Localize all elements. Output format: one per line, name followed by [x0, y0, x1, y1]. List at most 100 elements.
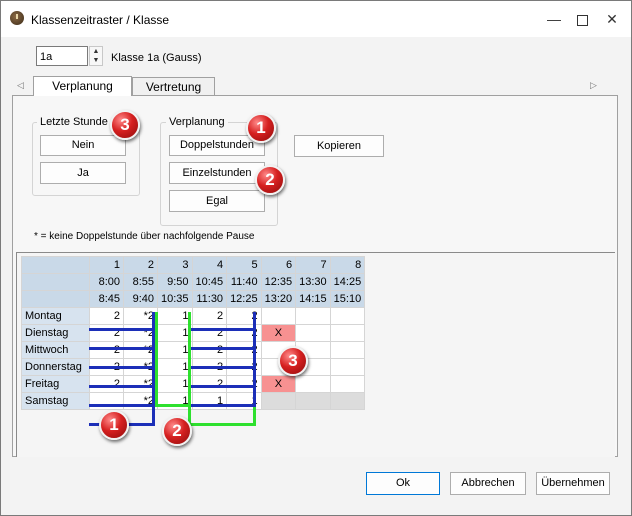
close-icon[interactable]: ✕ [597, 5, 627, 33]
grid-header-end: 9:40 [123, 290, 158, 308]
grid-cell[interactable]: 1 [157, 307, 193, 325]
doppelstunde-marker [191, 328, 256, 331]
einzelstunde-marker [155, 312, 158, 407]
grid-cell[interactable]: X [260, 375, 297, 393]
kopieren-button[interactable]: Kopieren [294, 135, 384, 157]
grid-header-start: 8:55 [123, 273, 158, 291]
grid-header-period: 3 [157, 256, 193, 274]
grid-corner-cell [21, 290, 90, 308]
ja-button[interactable]: Ja [40, 162, 126, 184]
grid-cell[interactable]: 2 [89, 375, 124, 393]
grid-cell[interactable]: 2 [89, 307, 124, 325]
class-input[interactable]: 1a [36, 46, 88, 66]
doppelstunde-marker [191, 347, 256, 350]
annotation-badge: 2 [255, 165, 285, 195]
grid-cell[interactable] [295, 392, 331, 410]
doppelstunde-marker [253, 312, 256, 407]
grid-header-end: 14:15 [295, 290, 331, 308]
grid-header-start: 14:25 [329, 273, 366, 291]
annotation-badge: 1 [99, 410, 129, 440]
abbrechen-button[interactable]: Abbrechen [450, 472, 526, 495]
einzelstunde-marker [188, 312, 191, 426]
grid-cell[interactable] [260, 392, 297, 410]
grid-cell[interactable]: X [260, 324, 297, 342]
einzelstunden-button[interactable]: Einzelstunden [169, 162, 265, 184]
table-row: Freitag2*2122X [21, 375, 366, 393]
verplanung-title: Verplanung [166, 116, 228, 128]
tab-scroll-left-icon[interactable]: ◁ [17, 80, 24, 91]
grid-cell[interactable]: 2 [191, 375, 228, 393]
doppelstunde-marker [191, 404, 256, 407]
footnote: * = keine Doppelstunde über nachfolgende… [34, 231, 255, 242]
grid-header-start: 10:45 [191, 273, 228, 291]
grid-header-start: 9:50 [157, 273, 193, 291]
doppelstunde-marker [89, 385, 155, 388]
grid-header-end: 15:10 [329, 290, 366, 308]
grid-cell[interactable] [329, 392, 366, 410]
table-row: Mittwoch2*2122 [21, 341, 366, 359]
doppelstunde-marker [89, 366, 155, 369]
window-title: Klassenzeitraster / Klasse [31, 13, 170, 27]
minimize-icon[interactable]: — [539, 5, 569, 33]
grid-header-period: 5 [226, 256, 262, 274]
uebernehmen-button[interactable]: Übernehmen [536, 472, 610, 495]
tab-scroll-right-icon[interactable]: ▷ [590, 80, 597, 91]
tab-verplanung[interactable]: Verplanung [33, 76, 132, 96]
annotation-badge: 3 [278, 346, 308, 376]
ok-button[interactable]: Ok [366, 472, 440, 495]
grid-header-start: 12:35 [260, 273, 297, 291]
grid-header-period: 2 [123, 256, 158, 274]
grid-cell[interactable]: 1 [157, 341, 193, 359]
grid-cell[interactable]: 1 [157, 375, 193, 393]
grid-header-end: 12:25 [226, 290, 262, 308]
grid-cell[interactable]: 2 [191, 341, 228, 359]
grid-header-period: 4 [191, 256, 228, 274]
grid-header-end: 8:45 [89, 290, 124, 308]
annotation-badge: 2 [162, 416, 192, 446]
grid-cell[interactable] [329, 375, 366, 393]
grid-cell[interactable] [295, 307, 331, 325]
grid-cell[interactable] [260, 307, 297, 325]
doppelstunde-marker [191, 366, 256, 369]
grid-day-label: Donnerstag [21, 358, 90, 376]
annotation-badge: 3 [110, 110, 140, 140]
grid-corner-cell [21, 256, 90, 274]
letzte-stunde-title: Letzte Stunde [37, 116, 111, 128]
grid-day-label: Dienstag [21, 324, 90, 342]
grid-day-label: Freitag [21, 375, 90, 393]
nein-button[interactable]: Nein [40, 135, 126, 156]
grid-cell[interactable] [329, 341, 366, 359]
doppelstunde-marker [89, 404, 155, 407]
grid-day-label: Montag [21, 307, 90, 325]
einzelstunde-marker [155, 404, 191, 407]
table-row: Montag2*2122 [21, 307, 366, 325]
einzelstunde-marker [253, 407, 256, 426]
grid-header-period: 6 [260, 256, 297, 274]
grid-header-start: 8:00 [89, 273, 124, 291]
grid-header-start: 11:40 [226, 273, 262, 291]
grid-cell[interactable]: 2 [89, 341, 124, 359]
class-spinner[interactable]: ▲ ▼ [89, 46, 103, 66]
grid-day-label: Samstag [21, 392, 90, 410]
class-name-label: Klasse 1a (Gauss) [111, 52, 202, 64]
grid-corner-cell [21, 273, 90, 291]
grid-cell[interactable]: 1 [157, 358, 193, 376]
grid-cell[interactable] [329, 307, 366, 325]
doppelstunde-marker [89, 347, 155, 350]
grid-cell[interactable] [295, 324, 331, 342]
grid-cell[interactable] [329, 324, 366, 342]
grid-cell[interactable]: 1 [157, 324, 193, 342]
grid-header-start: 13:30 [295, 273, 331, 291]
grid-day-label: Mittwoch [21, 341, 90, 359]
grid-cell[interactable] [295, 375, 331, 393]
grid-header-end: 11:30 [191, 290, 228, 308]
grid-cell[interactable] [329, 358, 366, 376]
tab-vertretung[interactable]: Vertretung [132, 77, 215, 95]
grid-header-period: 7 [295, 256, 331, 274]
maximize-icon[interactable] [567, 5, 597, 33]
clock-icon [10, 11, 24, 25]
annotation-badge: 1 [246, 113, 276, 143]
egal-button[interactable]: Egal [169, 190, 265, 212]
grid-cell[interactable]: 2 [191, 307, 228, 325]
einzelstunde-marker [188, 423, 256, 426]
